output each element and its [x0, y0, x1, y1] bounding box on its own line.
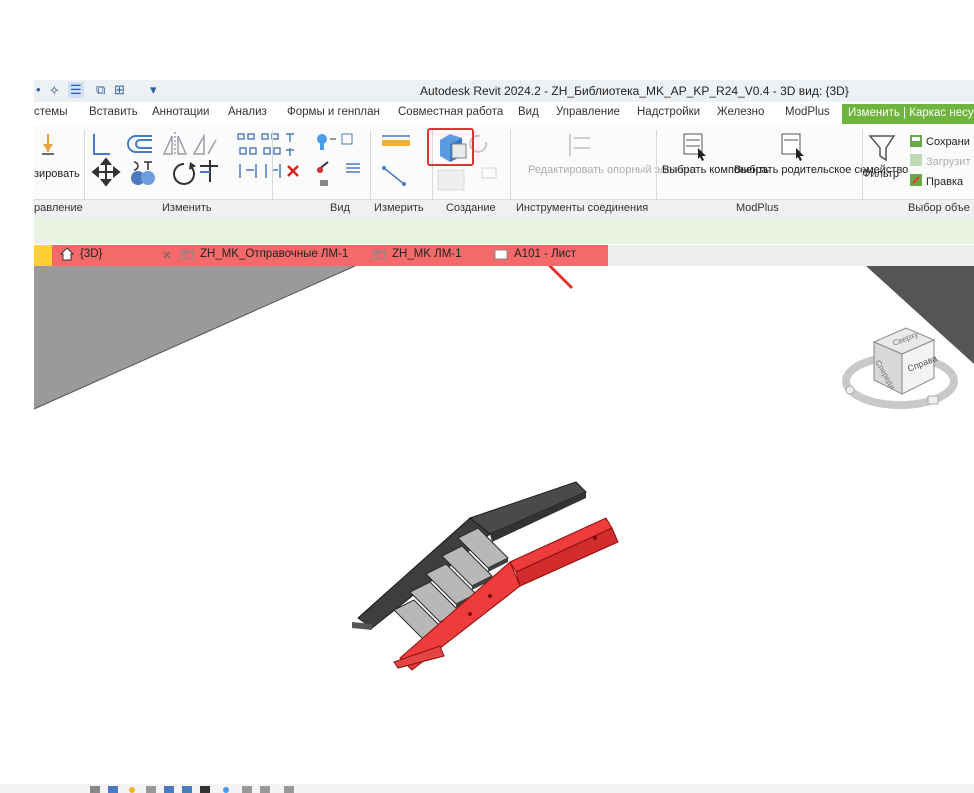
home-icon — [60, 247, 74, 261]
select-parent-family-icon[interactable] — [781, 133, 804, 161]
load-selection-icon — [910, 154, 922, 166]
move-icon[interactable] — [91, 157, 121, 187]
mirror-axis-icon[interactable] — [162, 132, 188, 156]
view-icons[interactable] — [317, 133, 360, 186]
save-selection-icon[interactable] — [910, 135, 922, 147]
tab-systems[interactable]: стемы — [34, 106, 67, 118]
load-selection-button: Загрузит — [926, 156, 971, 168]
tab-modplus[interactable]: ModPlus — [785, 106, 830, 118]
view-tab-a101-sheet[interactable]: A101 - Лист — [514, 248, 576, 260]
modify-icon[interactable] — [42, 134, 54, 155]
tab-collaborate[interactable]: Совместная работа — [398, 106, 503, 118]
filter-icon[interactable] — [868, 135, 896, 162]
split-icons[interactable] — [237, 133, 294, 156]
options-bar — [34, 218, 974, 244]
annotation-arrow — [547, 266, 574, 290]
delete-icon[interactable] — [287, 165, 299, 177]
quick-access-properties-icon[interactable]: ☰ — [68, 82, 84, 98]
panel-label-modify: Изменить — [162, 202, 212, 214]
align-icon[interactable] — [93, 134, 110, 155]
viewcube-menu-icon — [927, 395, 939, 405]
sheet-icon — [494, 249, 508, 260]
quick-access-dropdown-icon[interactable]: ▾ — [150, 82, 157, 98]
trim-icon[interactable] — [200, 160, 218, 182]
tab-analyze[interactable]: Анализ — [228, 106, 267, 118]
3d-viewport[interactable]: Справа Сверху Спереди — [0, 266, 974, 784]
tab-manage[interactable]: Управление — [556, 106, 620, 118]
panel-label-modplus: ModPlus — [736, 202, 779, 214]
panel-label-modify-tool: равление — [34, 202, 83, 214]
tab-insert[interactable]: Вставить — [89, 106, 138, 118]
tab-zhelezno[interactable]: Железно — [717, 106, 764, 118]
edit-selection-icon[interactable] — [910, 174, 922, 186]
tab-addins[interactable]: Надстройки — [637, 106, 700, 118]
edit-reference-button: Редактировать опорный элемент — [528, 164, 698, 176]
save-selection-button[interactable]: Сохрани — [926, 136, 970, 149]
close-icon[interactable]: ✕ — [162, 248, 172, 262]
quick-access-dot[interactable]: • — [36, 82, 41, 97]
tab-view[interactable]: Вид — [518, 106, 539, 118]
panel-label-view: Вид — [330, 202, 350, 214]
edit-selection-button[interactable]: Правка — [926, 176, 963, 189]
highlight-box — [427, 128, 474, 166]
offset-icon[interactable] — [127, 135, 152, 153]
select-parent-family-button[interactable]: Выбрать родительское семейство — [734, 164, 908, 177]
mirror-draw-icon[interactable] — [192, 133, 217, 155]
window-title: Autodesk Revit 2024.2 - ZH_Библиотека_MK… — [420, 84, 849, 98]
viewcube[interactable]: Справа Сверху Спереди — [842, 327, 958, 409]
view-tab-lm1[interactable]: ZH_MK ЛМ-1 — [392, 248, 462, 260]
tab-massing-site[interactable]: Формы и генплан — [287, 106, 380, 118]
panel-label-selection: Выбор объе — [908, 202, 970, 214]
ribbon-icons — [42, 132, 922, 191]
select-components-icon[interactable] — [683, 133, 706, 161]
modify-button-label[interactable]: зировать — [34, 168, 80, 181]
filter-button[interactable]: Фильтр — [862, 168, 899, 181]
sheet-icon — [180, 249, 194, 260]
measure-icons[interactable] — [382, 135, 410, 186]
tab-modify-structural-framing[interactable]: Изменить | Каркас несущ — [842, 104, 974, 124]
quick-access-close-views-icon[interactable]: ⧉ — [96, 82, 105, 98]
copy-icon[interactable] — [131, 161, 155, 185]
quick-access-measure-icon[interactable]: ⟡ — [50, 82, 59, 98]
view-control-bar-icons[interactable] — [86, 786, 446, 793]
rotate-icon[interactable] — [173, 162, 196, 185]
quick-access-switch-windows-icon[interactable]: ⊞ — [114, 82, 125, 98]
edit-reference-icon — [569, 134, 590, 156]
viewcube-home-icon — [845, 385, 855, 395]
tab-annotate[interactable]: Аннотации — [152, 106, 209, 118]
panel-label-create: Создание — [446, 202, 496, 214]
split-element-icon[interactable] — [239, 164, 281, 178]
view-tab-accent — [34, 245, 52, 266]
panel-label-joining-tools: Инструменты соединения — [516, 202, 649, 214]
view-tab-shipping-marks[interactable]: ZH_MK_Отправочные ЛМ-1 — [200, 248, 348, 260]
view-tab-3d[interactable]: {3D} — [80, 248, 102, 260]
sheet-icon — [372, 249, 386, 260]
select-components-button[interactable]: Выбрать компоненты — [662, 164, 771, 177]
panel-label-measure: Измерить — [374, 202, 424, 214]
